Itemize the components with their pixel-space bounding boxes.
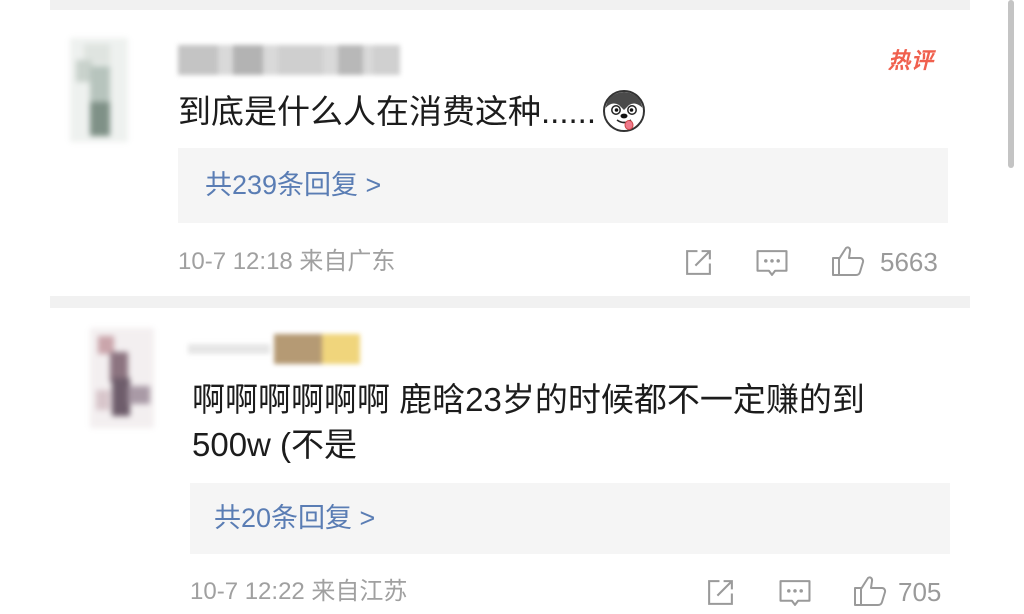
thumbs-up-icon [854, 576, 887, 606]
comment-body: 啊啊啊啊啊啊 鹿晗23岁的时候都不一定赚的到 500w (不是 [192, 380, 865, 465]
share-button[interactable] [705, 577, 736, 608]
comment-button[interactable] [754, 248, 790, 279]
view-replies-button[interactable]: 共20条回复 > [190, 483, 950, 554]
username[interactable] [178, 45, 400, 75]
replies-label: 共20条回复 > [214, 503, 376, 533]
username[interactable] [188, 334, 363, 364]
view-replies-button[interactable]: 共239条回复 > [178, 148, 948, 223]
like-button[interactable] [830, 243, 866, 279]
replies-label: 共239条回复 > [205, 170, 382, 200]
thumbs-up-icon [832, 246, 865, 276]
share-icon [686, 250, 711, 275]
comment-text-line: 啊啊啊啊啊啊 鹿晗23岁的时候都不一定赚的到 [192, 381, 865, 418]
like-count[interactable]: 5663 [880, 247, 938, 277]
comment-meta: 10-7 12:22 来自江苏 [190, 578, 408, 605]
share-icon [708, 580, 733, 605]
comment-divider [50, 296, 970, 308]
comment-meta: 10-7 12:18 来自广东 [178, 248, 396, 275]
like-count[interactable]: 705 [898, 577, 941, 607]
comment-text-line: 500w (不是 [192, 426, 358, 463]
avatar[interactable] [70, 38, 128, 142]
comment-icon [756, 250, 788, 276]
comment-text: 到底是什么人在消费这种...... [178, 93, 597, 130]
like-button[interactable] [852, 573, 888, 609]
comment-icon [779, 580, 811, 606]
husky-emoji-icon [602, 89, 646, 133]
top-divider [50, 0, 970, 10]
scrollbar-thumb[interactable] [1008, 0, 1014, 168]
comment-button[interactable] [777, 578, 813, 609]
hot-comment-badge: 热评 [888, 48, 935, 73]
avatar[interactable] [90, 328, 154, 428]
comment-body: 到底是什么人在消费这种...... [178, 89, 646, 133]
share-button[interactable] [683, 247, 714, 278]
